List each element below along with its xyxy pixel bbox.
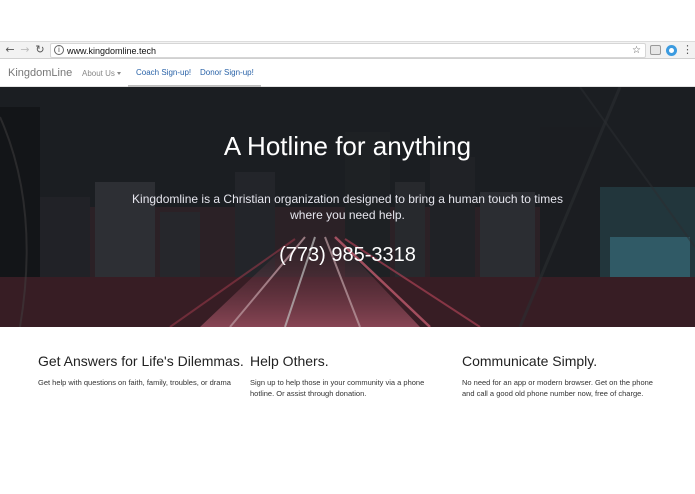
donor-signup-link[interactable]: Donor Sign-up!	[200, 68, 254, 77]
feature-help-others: Help Others. Sign up to help those in yo…	[250, 353, 450, 399]
about-us-dropdown[interactable]: About Us	[82, 69, 121, 78]
back-icon[interactable]: ←	[3, 43, 17, 57]
browser-toolbar: ← → ↻ i www.kingdomline.tech ☆ ⋮	[0, 41, 695, 59]
hero-phone-number[interactable]: (773) 985-3318	[0, 244, 695, 267]
reload-icon[interactable]: ↻	[33, 43, 47, 57]
forward-icon[interactable]: →	[18, 43, 32, 57]
coach-signup-link[interactable]: Coach Sign-up!	[136, 68, 191, 77]
feature-answers: Get Answers for Life's Dilemmas. Get hel…	[38, 353, 244, 388]
top-blank-area	[0, 0, 695, 41]
about-us-label: About Us	[82, 69, 115, 78]
menu-icon[interactable]: ⋮	[682, 43, 693, 57]
url-text[interactable]: www.kingdomline.tech	[67, 45, 156, 57]
hero-banner: A Hotline for anything Kingdomline is a …	[0, 87, 695, 327]
caret-down-icon	[116, 72, 121, 76]
feature-text: No need for an app or modern browser. Ge…	[462, 378, 653, 398]
address-bar[interactable]: i www.kingdomline.tech ☆	[50, 43, 646, 58]
hero-subtitle: Kingdomline is a Christian organization …	[132, 192, 563, 222]
info-icon[interactable]: i	[54, 45, 64, 55]
hero-title: A Hotline for anything	[223, 131, 472, 161]
feature-title: Get Answers for Life's Dilemmas.	[38, 353, 244, 369]
feature-communicate: Communicate Simply. No need for an app o…	[462, 353, 662, 399]
site-navbar: KingdomLine About Us Coach Sign-up! Dono…	[0, 60, 695, 87]
extension-icon[interactable]	[650, 45, 661, 55]
feature-title: Communicate Simply.	[462, 353, 598, 369]
extension-icon[interactable]	[666, 45, 677, 56]
feature-text: Sign up to help those in your community …	[250, 378, 425, 398]
brand-logo[interactable]: KingdomLine	[8, 67, 72, 79]
feature-text: Get help with questions on faith, family…	[38, 378, 231, 387]
feature-title: Help Others.	[250, 353, 329, 369]
star-icon[interactable]: ☆	[632, 44, 641, 57]
